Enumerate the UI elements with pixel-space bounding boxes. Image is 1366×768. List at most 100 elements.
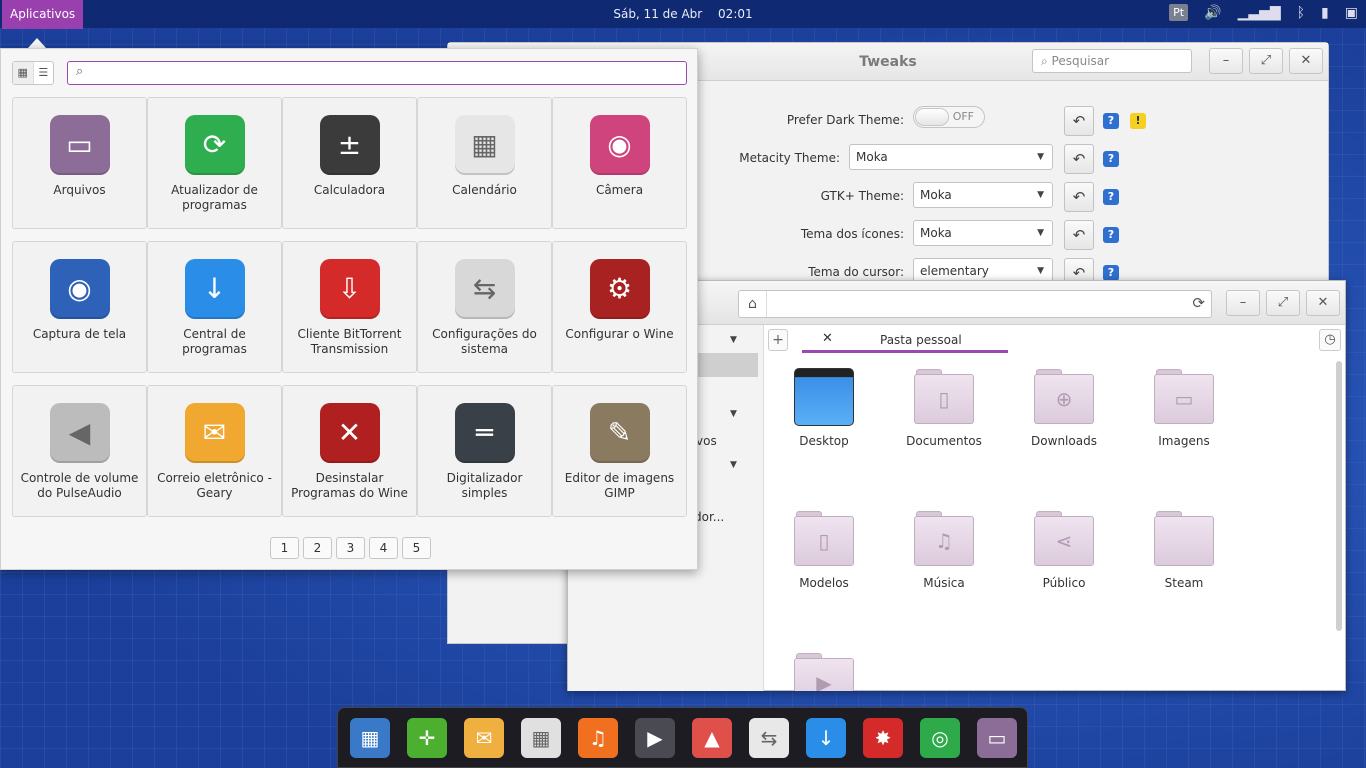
switch-knob bbox=[915, 108, 949, 126]
page-button[interactable]: 4 bbox=[369, 537, 398, 559]
app-search-input[interactable]: ⌕ bbox=[67, 61, 687, 85]
folder-musica[interactable]: ♫ Música bbox=[884, 508, 1004, 590]
app-launcher[interactable]: ⇩ Cliente BitTorrent Transmission bbox=[282, 241, 417, 373]
multitasking-icon[interactable]: ▦ bbox=[350, 718, 390, 758]
home-icon[interactable]: ⌂ bbox=[739, 291, 767, 317]
app-launcher[interactable]: ▦ Calendário bbox=[417, 97, 552, 229]
grid-view-icon[interactable]: ▦ bbox=[13, 62, 34, 84]
reset-gtk-button[interactable]: ↶ bbox=[1064, 182, 1094, 212]
help-gtk-button[interactable]: ? bbox=[1103, 189, 1119, 205]
tweaks-search-input[interactable]: ⌕ Pesquisar bbox=[1032, 49, 1192, 73]
page-button[interactable]: 3 bbox=[336, 537, 365, 559]
folder-imagens[interactable]: ▭ Imagens bbox=[1124, 366, 1244, 448]
app-label: Correio eletrônico - Geary bbox=[157, 471, 272, 500]
section-expander-icon[interactable]: ▼ bbox=[730, 460, 737, 470]
dark-theme-switch[interactable]: OFF bbox=[913, 106, 985, 128]
folder-publico[interactable]: ⋖ Público bbox=[1004, 508, 1124, 590]
app-label: Calculadora bbox=[313, 183, 386, 197]
photos-icon[interactable]: ▲ bbox=[692, 718, 732, 758]
network-icon[interactable]: ▁▃▅▇ bbox=[1238, 5, 1281, 21]
maximize-button[interactable]: ⤢ bbox=[1249, 48, 1283, 74]
help-cursor-button[interactable]: ? bbox=[1103, 265, 1119, 281]
transmission-icon[interactable]: ✸ bbox=[863, 718, 903, 758]
page-button[interactable]: 1 bbox=[270, 537, 299, 559]
app-label: Central de programas bbox=[182, 327, 247, 356]
sidebar-item-label[interactable]: vos bbox=[696, 434, 717, 448]
minimize-button[interactable]: – bbox=[1226, 290, 1260, 316]
help-dark-theme-button[interactable]: ? bbox=[1103, 113, 1119, 129]
chrome-icon[interactable]: ◎ bbox=[920, 718, 960, 758]
app-launcher[interactable]: ± Calculadora bbox=[282, 97, 417, 229]
app-launcher[interactable]: ◉ Câmera bbox=[552, 97, 687, 229]
section-expander-icon[interactable]: ▼ bbox=[730, 409, 737, 419]
app-icon: ◀ bbox=[49, 403, 110, 463]
folder-steam[interactable]: Steam bbox=[1124, 508, 1244, 590]
app-launcher[interactable]: ✎ Editor de imagens GIMP bbox=[552, 385, 687, 517]
history-button[interactable]: ◷ bbox=[1319, 329, 1341, 351]
system-tray: Pt 🔊 ▁▃▅▇ ᛒ ▮ ▣ bbox=[1169, 4, 1358, 21]
icon-theme-select[interactable]: Moka bbox=[913, 220, 1053, 246]
app-launcher[interactable]: ▭ Arquivos bbox=[12, 97, 147, 229]
close-button[interactable]: ✕ bbox=[1289, 48, 1323, 74]
folder-desktop[interactable]: Desktop bbox=[764, 366, 884, 448]
music-icon[interactable]: ♫ bbox=[578, 718, 618, 758]
help-metacity-button[interactable]: ? bbox=[1103, 151, 1119, 167]
software-center-icon[interactable]: ↓ bbox=[806, 718, 846, 758]
category-view-icon[interactable]: ☰ bbox=[34, 62, 54, 84]
tweak-label: Tema do cursor: bbox=[808, 265, 904, 279]
app-label: Calendário bbox=[452, 183, 517, 197]
app-icon: ⇆ bbox=[454, 259, 515, 319]
location-bar[interactable]: ⌂ ⟳ bbox=[738, 290, 1212, 318]
settings-icon[interactable]: ⇆ bbox=[749, 718, 789, 758]
reset-dark-theme-button[interactable]: ↶ bbox=[1064, 106, 1094, 136]
folder-modelos[interactable]: ▯ Modelos bbox=[764, 508, 884, 590]
applications-menu: ▦ ☰ ⌕ ▭ Arquivos ⟳ Atualizador de programas… bbox=[0, 48, 698, 570]
minimize-button[interactable]: – bbox=[1209, 48, 1243, 74]
app-label: Editor de imagens GIMP bbox=[564, 471, 675, 500]
app-launcher[interactable]: ◀ Controle de volume do PulseAudio bbox=[12, 385, 147, 517]
volume-icon[interactable]: 🔊 bbox=[1204, 5, 1221, 21]
videos-icon[interactable]: ▶ bbox=[635, 718, 675, 758]
app-launcher[interactable]: ◉ Captura de tela bbox=[12, 241, 147, 373]
browser-icon[interactable]: ✛ bbox=[407, 718, 447, 758]
metacity-theme-select[interactable]: Moka bbox=[849, 144, 1053, 170]
page-button[interactable]: 2 bbox=[303, 537, 332, 559]
page-button[interactable]: 5 bbox=[402, 537, 431, 559]
section-expander-icon[interactable]: ▼ bbox=[730, 335, 737, 345]
files-icon[interactable]: ▭ bbox=[977, 718, 1017, 758]
view-mode-toggle[interactable]: ▦ ☰ bbox=[12, 61, 54, 85]
app-launcher[interactable]: ═ Digitalizador simples bbox=[417, 385, 552, 517]
app-launcher[interactable]: ✕ Desinstalar Programas do Wine bbox=[282, 385, 417, 517]
app-launcher[interactable]: ⚙ Configurar o Wine bbox=[552, 241, 687, 373]
mail-icon[interactable]: ✉ bbox=[464, 718, 504, 758]
clock[interactable]: Sáb, 11 de Abr 02:01 bbox=[0, 7, 1366, 21]
reset-icons-button[interactable]: ↶ bbox=[1064, 220, 1094, 250]
app-launcher[interactable]: ⟳ Atualizador de programas bbox=[147, 97, 282, 229]
bluetooth-icon[interactable]: ᛒ bbox=[1297, 5, 1305, 21]
tweak-row-gtk: GTK+ Theme: bbox=[708, 183, 904, 211]
tab-home[interactable]: ✕ Pasta pessoal bbox=[802, 329, 1008, 353]
app-launcher[interactable]: ⇆ Configurações do sistema bbox=[417, 241, 552, 373]
calendar-icon[interactable]: ▦ bbox=[521, 718, 561, 758]
app-launcher[interactable]: ✉ Correio eletrônico - Geary bbox=[147, 385, 282, 517]
vertical-scrollbar[interactable] bbox=[1336, 361, 1342, 631]
app-launcher[interactable]: ↓ Central de programas bbox=[147, 241, 282, 373]
close-tab-icon[interactable]: ✕ bbox=[822, 331, 833, 346]
warning-icon[interactable]: ! bbox=[1130, 113, 1146, 129]
tweak-label: GTK+ Theme: bbox=[820, 189, 904, 203]
battery-icon[interactable]: ▮ bbox=[1321, 5, 1329, 21]
music-folder-icon: ♫ bbox=[914, 508, 974, 566]
gtk-theme-select[interactable]: Moka bbox=[913, 182, 1053, 208]
reset-metacity-button[interactable]: ↶ bbox=[1064, 144, 1094, 174]
close-button[interactable]: ✕ bbox=[1306, 290, 1340, 316]
session-icon[interactable]: ▣ bbox=[1345, 5, 1358, 21]
folder-downloads[interactable]: ⊕ Downloads bbox=[1004, 366, 1124, 448]
maximize-button[interactable]: ⤢ bbox=[1266, 290, 1300, 316]
folder-videos[interactable]: ▶ bbox=[764, 650, 884, 691]
folder-documentos[interactable]: ▯ Documentos bbox=[884, 366, 1004, 448]
help-icons-button[interactable]: ? bbox=[1103, 227, 1119, 243]
keyboard-layout-indicator[interactable]: Pt bbox=[1169, 4, 1189, 21]
new-tab-button[interactable]: + bbox=[768, 329, 788, 351]
reload-icon[interactable]: ⟳ bbox=[1192, 294, 1205, 312]
sidebar-item-label[interactable]: dor... bbox=[694, 510, 724, 524]
